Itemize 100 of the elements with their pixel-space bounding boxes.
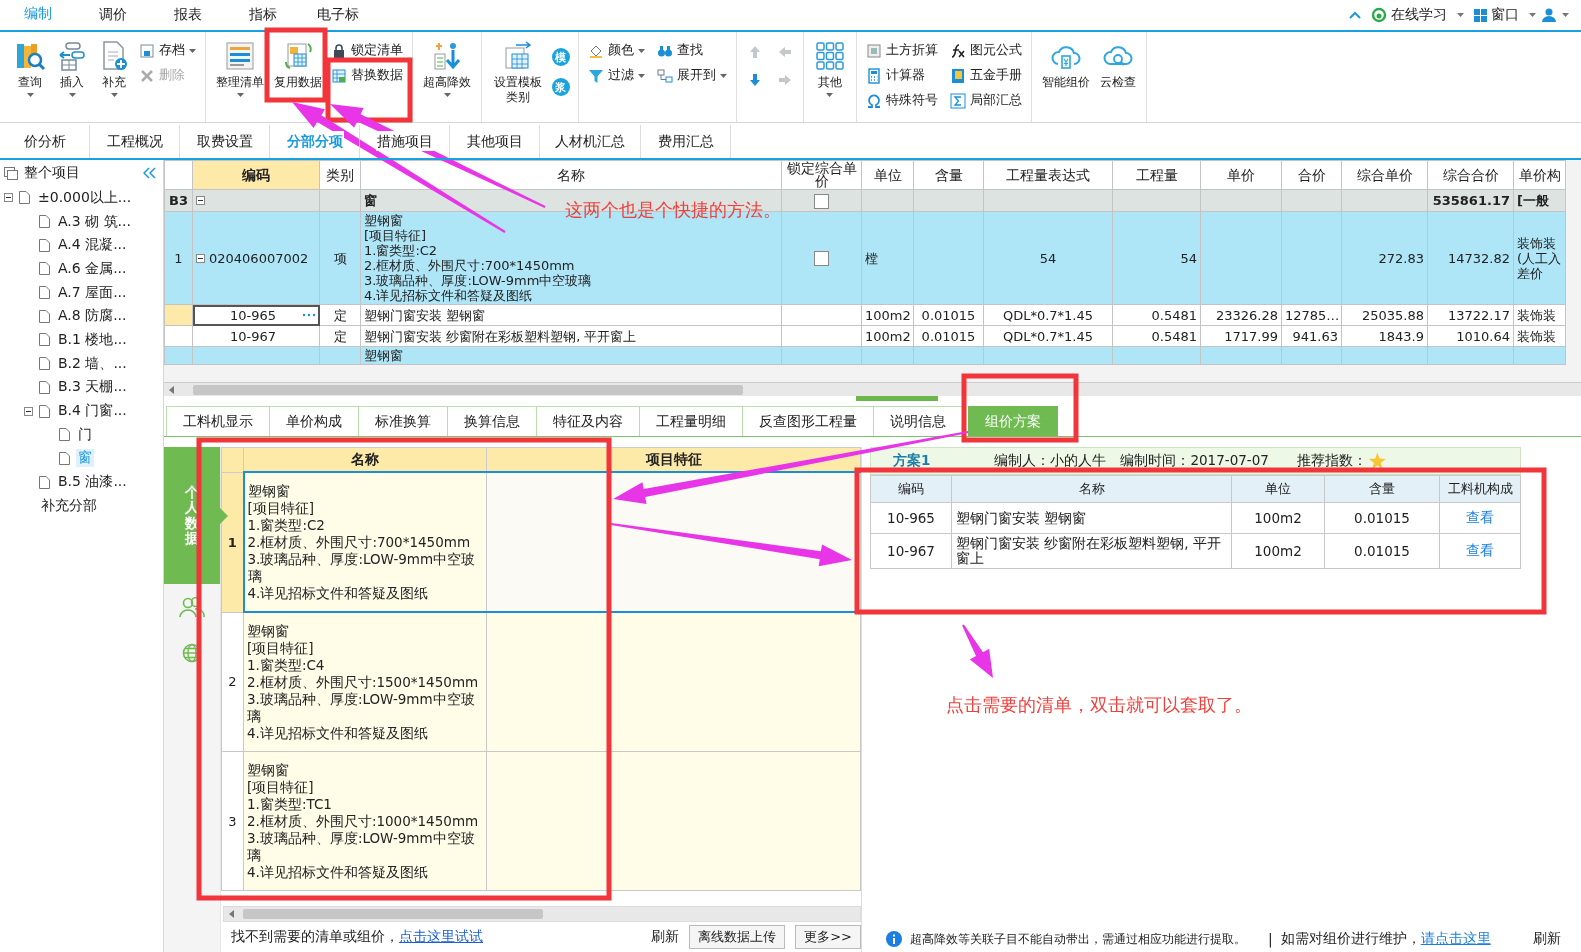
- menu-tab[interactable]: 报表: [150, 0, 225, 30]
- scroll-left-icon[interactable]: [167, 385, 177, 395]
- tree-item[interactable]: B.5 油漆...: [56, 473, 129, 492]
- toolbar-button[interactable]: 整理清单: [212, 38, 268, 99]
- delete-icon: [139, 67, 155, 84]
- toolbar-button[interactable]: 存档: [136, 40, 199, 61]
- collapse-box-icon[interactable]: [4, 193, 13, 203]
- collapse-box-icon[interactable]: [196, 253, 205, 263]
- people-icon: [179, 596, 205, 618]
- toolbar-button[interactable]: 补充: [94, 38, 134, 99]
- column-header[interactable]: 合价: [1281, 160, 1342, 190]
- toolbar-button[interactable]: 替换数据: [328, 65, 406, 86]
- table-cell: 定: [333, 328, 347, 344]
- scroll-left-icon[interactable]: [227, 909, 237, 919]
- upload-button[interactable]: 离线数据上传: [689, 925, 786, 949]
- scrollbar[interactable]: [223, 906, 861, 922]
- toolbar-button[interactable]: 插入: [52, 38, 92, 99]
- column-header[interactable]: 类别: [319, 160, 361, 190]
- tree-item[interactable]: B.2 墙、...: [56, 354, 129, 373]
- tree-item[interactable]: A.4 混凝...: [56, 236, 129, 255]
- toolbar-button[interactable]: 计算器: [862, 65, 941, 86]
- toolbar-button[interactable]: 特殊符号: [862, 90, 941, 111]
- toolbar-button[interactable]: 锁定清单: [328, 40, 406, 61]
- tree-item[interactable]: 补充分部: [39, 496, 99, 515]
- more-icon[interactable]: [302, 313, 316, 317]
- tree-item[interactable]: B.1 楼地...: [56, 330, 129, 349]
- checkbox[interactable]: [814, 251, 829, 266]
- refresh-link[interactable]: 刷新: [1533, 930, 1561, 948]
- toolbar-button[interactable]: 局部汇总: [946, 90, 1025, 111]
- module-tab[interactable]: 取费设置: [180, 125, 270, 158]
- toolbar-button[interactable]: 图元公式: [946, 40, 1025, 61]
- try-link[interactable]: 点击这里试试: [399, 928, 483, 944]
- toolbar-button[interactable]: 查找: [653, 40, 730, 61]
- headset-icon: [1371, 7, 1387, 23]
- tree-item[interactable]: A.6 金属...: [56, 259, 129, 278]
- menu-tab[interactable]: 指标: [225, 0, 300, 30]
- tree-item[interactable]: A.7 屋面...: [56, 283, 129, 302]
- column-header[interactable]: 单位: [861, 160, 914, 190]
- table-cell: 塑钢门窗安装 纱窗附在彩板塑料塑钢, 平开窗上: [364, 328, 637, 344]
- book-icon: [949, 67, 966, 84]
- column-header[interactable]: 工程量表达式: [983, 160, 1113, 190]
- scrollbar[interactable]: [164, 382, 1581, 396]
- tree-root-label[interactable]: 整个项目: [24, 164, 80, 182]
- toolbar-button[interactable]: 查询: [10, 38, 50, 99]
- table-cell: 定: [333, 307, 347, 323]
- table-cell: 0.5481: [1151, 307, 1197, 323]
- toolbar-button[interactable]: 展开到: [653, 65, 730, 86]
- view-link[interactable]: 查看: [1466, 542, 1494, 558]
- sigma-box-icon: [949, 92, 966, 109]
- table-cell: 10-965: [230, 307, 277, 323]
- menu-tab[interactable]: 调价: [75, 0, 150, 30]
- checkbox[interactable]: [814, 193, 829, 209]
- tree-item[interactable]: B.3 天棚...: [56, 378, 129, 397]
- toolbar-button[interactable]: 云检查: [1095, 38, 1140, 92]
- toolbar-button[interactable]: 土方折算: [862, 40, 941, 61]
- menu-tab[interactable]: 电子标: [300, 0, 375, 30]
- refresh-link[interactable]: 刷新: [651, 928, 680, 946]
- maintain-link[interactable]: 请点击这里: [1420, 930, 1491, 946]
- module-tab[interactable]: 价分析: [0, 125, 90, 158]
- splitter-handle[interactable]: [856, 396, 938, 401]
- module-tab[interactable]: 人材机汇总: [540, 125, 641, 158]
- toolbar-button[interactable]: 颜色: [584, 40, 648, 61]
- toolbar-button[interactable]: 设置模板类别: [488, 38, 548, 107]
- column-header[interactable]: 含量: [913, 160, 984, 190]
- toolbar-button[interactable]: 复用数据: [270, 38, 326, 92]
- table-cell: 1843.9: [1378, 328, 1424, 344]
- column-header[interactable]: 编码: [192, 160, 320, 190]
- collapse-icon[interactable]: [143, 167, 157, 179]
- column-header[interactable]: 单价: [1200, 160, 1282, 190]
- view-link[interactable]: 查看: [1466, 509, 1494, 525]
- collapse-box-icon[interactable]: [196, 196, 205, 205]
- annotation-text: 点击需要的清单，双击就可以套取了。: [946, 693, 1252, 717]
- user-icon[interactable]: [1542, 8, 1556, 22]
- table-cell: 54: [1180, 250, 1197, 266]
- menu-button[interactable]: 窗口: [1470, 6, 1523, 24]
- module-tab[interactable]: 费用汇总: [641, 125, 731, 158]
- toolbar-button[interactable]: 其他: [809, 38, 850, 99]
- column-header[interactable]: 名称: [360, 160, 782, 190]
- detail-tab[interactable]: 工料机显示: [166, 406, 270, 436]
- maintain-text: 如需对组价进行维护，: [1280, 930, 1421, 946]
- menu-button[interactable]: 在线学习: [1367, 6, 1451, 24]
- column-header[interactable]: 综合单价: [1341, 160, 1428, 190]
- tree-item[interactable]: B.4 门窗...: [56, 402, 129, 421]
- column-header[interactable]: 锁定综合单价: [781, 160, 862, 190]
- collapse-ribbon-icon[interactable]: [1349, 11, 1361, 19]
- column-header[interactable]: 工程量: [1112, 160, 1201, 190]
- toolbar-button[interactable]: 过滤: [584, 65, 648, 86]
- tree-item[interactable]: A.3 砌 筑...: [56, 212, 133, 231]
- column-header[interactable]: 综合合价: [1427, 160, 1514, 190]
- collapse-box-icon[interactable]: [24, 406, 33, 416]
- tree-item[interactable]: ±0.000以上...: [36, 188, 134, 207]
- module-tab[interactable]: 其他项目: [450, 125, 540, 158]
- toolbar-button[interactable]: 五金手册: [946, 65, 1025, 86]
- tree-item[interactable]: 门: [76, 425, 94, 444]
- more-button[interactable]: 更多>>: [795, 925, 861, 949]
- tree-item[interactable]: A.8 防腐...: [56, 307, 129, 326]
- toolbar-button[interactable]: 智能组价: [1037, 38, 1094, 92]
- toolbar-button[interactable]: 超高降效: [419, 38, 475, 99]
- column-header[interactable]: 单价构: [1513, 160, 1566, 190]
- module-tab[interactable]: 工程概况: [90, 125, 180, 158]
